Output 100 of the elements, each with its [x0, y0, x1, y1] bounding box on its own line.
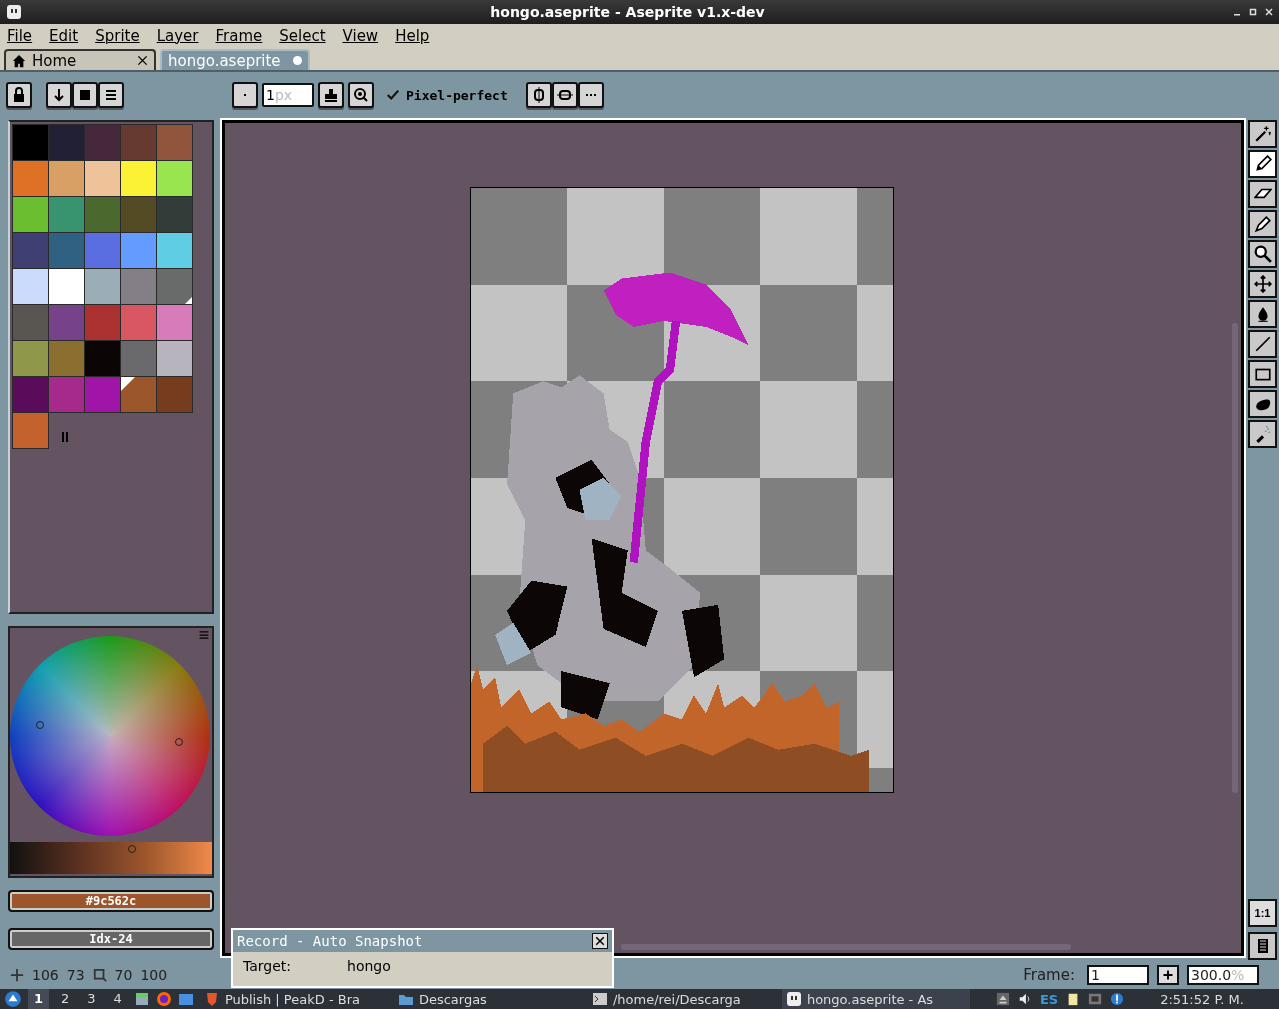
eject-icon[interactable] [995, 992, 1010, 1006]
square-icon [77, 87, 93, 103]
color-swatch[interactable] [156, 196, 193, 233]
move-tool-button[interactable] [1248, 270, 1277, 298]
color-swatch[interactable] [84, 376, 121, 413]
app-icon [6, 4, 22, 20]
blob-tool-button[interactable] [1248, 390, 1277, 418]
timeline-button[interactable] [1248, 932, 1277, 960]
panel-title: Record - Auto Snapshot [237, 933, 424, 949]
menu-item[interactable]: Frame [215, 27, 263, 45]
color-swatch[interactable] [48, 376, 85, 413]
menu-item[interactable]: Edit [49, 27, 79, 45]
tab[interactable]: Home [4, 49, 156, 70]
brush-size-field[interactable]: 1px [262, 83, 314, 107]
resize-handle-icon[interactable] [62, 432, 68, 442]
workspace-button[interactable]: 2 [55, 989, 76, 1009]
color-swatch[interactable] [156, 232, 193, 269]
wand-tool-button[interactable] [1248, 120, 1277, 148]
workspace-button[interactable]: 3 [81, 989, 102, 1009]
eyedropper-icon [1253, 215, 1272, 233]
symmetry-horizontal-button[interactable] [551, 82, 578, 108]
close-button[interactable] [592, 933, 608, 949]
shade-bar[interactable] [10, 842, 212, 874]
color-swatch[interactable] [156, 376, 193, 413]
menu-button[interactable] [98, 82, 124, 108]
menu-item[interactable]: View [342, 27, 379, 45]
workspace-button[interactable]: 1 [28, 989, 50, 1009]
menu-item[interactable]: Help [395, 27, 430, 45]
color-swatch[interactable] [156, 340, 193, 377]
move-icon [1253, 275, 1272, 293]
pencil-tool-button[interactable] [1248, 150, 1277, 178]
menu-item[interactable]: File [7, 27, 33, 45]
file-manager-icon[interactable] [133, 991, 150, 1007]
network-icon[interactable] [1088, 992, 1103, 1006]
home-icon [12, 53, 26, 68]
rectangle-tool-button[interactable] [1248, 360, 1277, 388]
selection-size-icon [92, 967, 107, 982]
taskbar-window-button[interactable]: hongo.aseprite - As [781, 989, 970, 1009]
browser-icon[interactable] [155, 991, 172, 1007]
clock: 2:51:52 P. M. [1160, 991, 1244, 1007]
taskbar-window-button[interactable]: /home/rei/Descarga [587, 989, 776, 1009]
cursor-x: 106 [32, 966, 59, 983]
color-swatch[interactable] [156, 304, 193, 341]
menu-item[interactable]: Select [279, 27, 326, 45]
zoom-field[interactable]: 300.0% [1187, 964, 1259, 985]
brush-shape-button[interactable] [232, 82, 258, 108]
menu-item[interactable]: Layer [156, 27, 199, 45]
window-title: hongo.aseprite - Aseprite v1.x-dev [489, 4, 766, 20]
pixel-perfect-checkbox[interactable]: Pixel-perfect [386, 87, 508, 103]
crosshair-icon [10, 967, 24, 982]
menu-item[interactable]: Sprite [95, 27, 140, 45]
modified-dot-icon [293, 56, 302, 65]
zoom-tool-button[interactable] [1248, 240, 1277, 268]
menu-icon[interactable] [199, 630, 209, 640]
line-tool-button[interactable] [1248, 330, 1277, 358]
taskbar-window-button[interactable]: Publish | PeakD - Bra [199, 989, 388, 1009]
scrollbar-thumb[interactable] [1232, 323, 1238, 793]
fill-tool-button[interactable] [1248, 300, 1277, 328]
color-hex-field[interactable]: #9c562c [8, 890, 214, 912]
ink-button[interactable] [318, 82, 344, 108]
start-menu-icon[interactable] [4, 990, 22, 1008]
arrow-down-button[interactable] [46, 82, 72, 108]
square-button[interactable] [72, 82, 98, 108]
zoom-reset-button[interactable]: 1:1 [1248, 899, 1277, 927]
color-swatch[interactable] [156, 124, 193, 161]
symmetry-vertical-button[interactable] [525, 82, 552, 108]
line-icon [1253, 335, 1272, 353]
frame-field[interactable]: 1 [1087, 964, 1149, 985]
frame-label: Frame: [1023, 965, 1075, 984]
target-label: Target: [243, 958, 292, 974]
volume-icon[interactable] [1017, 992, 1032, 1006]
cursor-y: 73 [66, 966, 85, 983]
close-icon[interactable] [137, 55, 148, 66]
eraser-tool-button[interactable] [1248, 180, 1277, 208]
plus-icon [1162, 968, 1174, 981]
menu-icon [103, 87, 119, 103]
more-options-button[interactable] [577, 82, 604, 108]
lock-button[interactable] [6, 82, 32, 108]
app-icon [785, 991, 802, 1007]
workspace-button[interactable]: 4 [107, 989, 128, 1009]
color-swatch[interactable] [120, 376, 157, 413]
window-icon[interactable] [177, 991, 194, 1007]
checkmark-icon [386, 88, 400, 102]
keyboard-layout[interactable]: ES [1039, 991, 1059, 1007]
add-frame-button[interactable] [1157, 964, 1179, 985]
scrollbar-thumb[interactable] [621, 944, 1071, 950]
notification-icon[interactable] [1110, 992, 1125, 1006]
close-icon [594, 935, 606, 947]
symmetry-horizontal-icon [556, 87, 573, 103]
zoom-icon [1253, 245, 1272, 263]
color-index-field[interactable]: Idx-24 [8, 928, 214, 950]
eyedropper-tool-button[interactable] [1248, 210, 1277, 238]
color-swatch[interactable] [12, 412, 49, 449]
taskbar-window-button[interactable]: Descargas [393, 989, 582, 1009]
spray-tool-button[interactable] [1248, 420, 1277, 448]
tolerance-button[interactable] [348, 82, 374, 108]
color-swatch[interactable] [156, 160, 193, 197]
lock-icon [11, 87, 27, 103]
maximize-icon[interactable] [1249, 8, 1257, 16]
color-swatch[interactable] [156, 268, 193, 305]
